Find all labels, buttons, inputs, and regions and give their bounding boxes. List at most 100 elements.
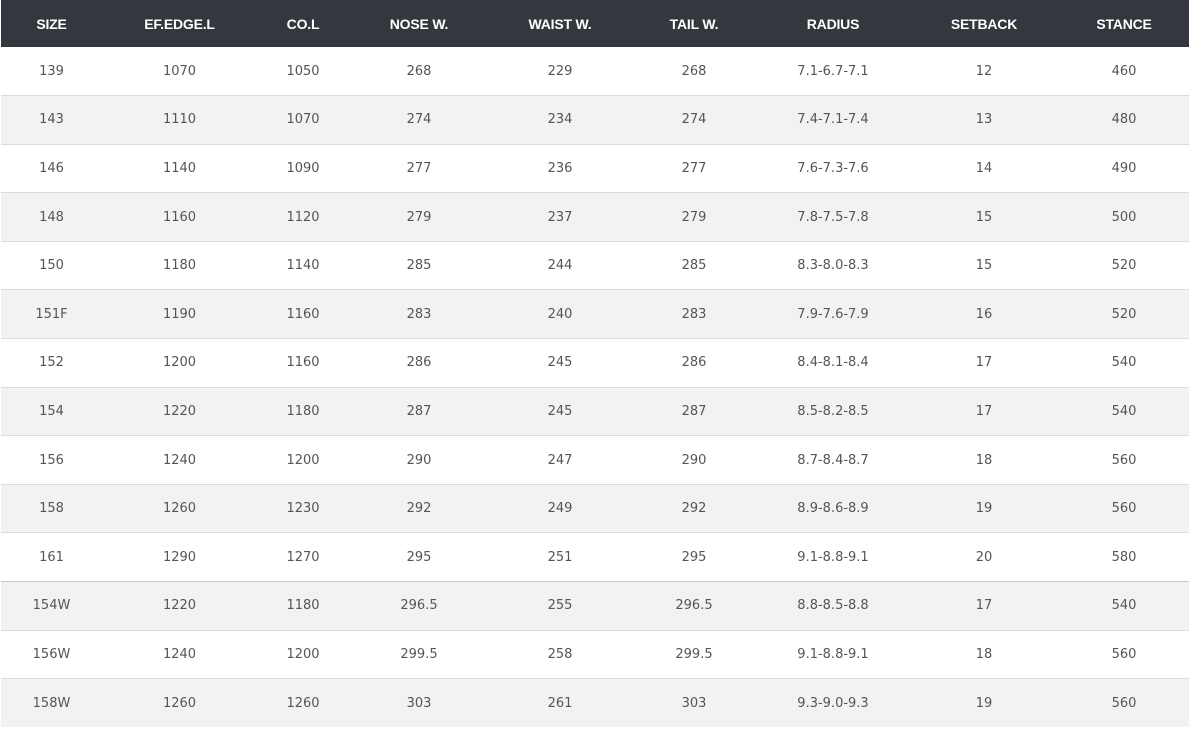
cell-setback: 17 [909,338,1059,388]
cell-waist-w: 251 [489,532,631,582]
table-row: 150 1180 1140 285 244 285 8.3-8.0-8.3 15 520 [1,240,1189,290]
cell-size: 154W [1,581,102,631]
cell-ef-edge-l: 1220 [102,386,257,436]
cell-ef-edge-l: 1070 [162,63,197,79]
cell-waist-w: 234 [489,95,631,145]
cell-co-l: 1160 [257,338,349,388]
table-row: 156 1240 1200 290 247 290 8.7-8.4-8.7 18 560 [1,435,1189,485]
cell-co-l: 1140 [257,240,349,290]
cell-ef-edge-l: 1240 [102,629,257,679]
cell-setback: 18 [909,435,1059,485]
cell-stance: 520 [1059,289,1189,339]
cell-waist-w: 229 [547,63,573,79]
cell-tail-w: 283 [631,289,757,339]
column-header-nose-w: NOSE W. [389,15,449,32]
spec-table: SIZE EF.EDGE.L CO.L NOSE W. WAIST W. TAIL W. R… [1,0,1189,728]
table-row: 161 1290 1270 295 251 295 9.1-8.8-9.1 20 580 [1,532,1189,582]
cell-setback: 15 [909,240,1059,290]
table-header: SIZE EF.EDGE.L CO.L NOSE W. WAIST W. TAIL W. R… [1,0,1189,47]
cell-co-l: 1070 [257,95,349,145]
cell-setback: 16 [909,289,1059,339]
table-row: 158 1260 1230 292 249 292 8.9-8.6-8.9 19 560 [1,483,1189,533]
cell-waist-w: 245 [489,386,631,436]
cell-ef-edge-l: 1290 [102,532,257,582]
cell-size: 150 [1,240,102,290]
cell-tail-w: 274 [631,95,757,145]
table-body: 139 1070 1050 268 229 268 7.1-6.7-7.1 12 460 143 1… [1,47,1189,728]
cell-stance: 560 [1059,435,1189,485]
cell-ef-edge-l: 1260 [102,483,257,533]
cell-waist-w: 255 [489,581,631,631]
cell-stance: 500 [1059,192,1189,242]
cell-waist-w: 244 [489,240,631,290]
cell-tail-w: 290 [631,435,757,485]
table-row: 152 1200 1160 286 245 286 8.4-8.1-8.4 17 540 [1,338,1189,388]
cell-size: 148 [1,192,102,242]
cell-size: 139 [39,63,64,79]
cell-stance: 490 [1059,143,1189,193]
cell-waist-w: 249 [489,483,631,533]
cell-radius: 9.3-9.0-9.3 [757,678,909,728]
cell-radius: 8.8-8.5-8.8 [757,581,909,631]
cell-setback: 15 [909,192,1059,242]
cell-radius: 8.4-8.1-8.4 [757,338,909,388]
cell-setback: 12 [975,63,993,79]
cell-setback: 19 [909,678,1059,728]
cell-stance: 540 [1059,581,1189,631]
cell-radius: 8.7-8.4-8.7 [757,435,909,485]
table-row: 156W 1240 1200 299.5 258 299.5 9.1-8.8-9.1 18 56… [1,629,1189,679]
cell-size: 146 [1,143,102,193]
cell-co-l: 1090 [257,143,349,193]
column-header-size: SIZE [36,15,67,32]
cell-tail-w: 268 [681,63,707,79]
cell-nose-w: 279 [349,192,489,242]
cell-nose-w: 295 [349,532,489,582]
cell-size: 158 [1,483,102,533]
cell-size: 143 [1,95,102,145]
cell-stance: 480 [1059,95,1189,145]
cell-nose-w: 274 [349,95,489,145]
cell-ef-edge-l: 1160 [102,192,257,242]
cell-nose-w: 299.5 [349,629,489,679]
cell-nose-w: 290 [349,435,489,485]
column-header-waist-w: WAIST W. [528,15,592,32]
cell-radius: 7.9-7.6-7.9 [757,289,909,339]
cell-nose-w: 285 [349,240,489,290]
cell-nose-w: 286 [349,338,489,388]
cell-nose-w: 292 [349,483,489,533]
cell-waist-w: 261 [489,678,631,728]
column-header-co-l: CO.L [286,15,320,32]
cell-size: 151F [1,289,102,339]
cell-stance: 560 [1059,678,1189,728]
column-header-setback: SETBACK [950,15,1018,32]
cell-setback: 19 [909,483,1059,533]
column-header-radius: RADIUS [806,15,860,32]
cell-setback: 13 [909,95,1059,145]
cell-nose-w: 283 [349,289,489,339]
cell-size: 161 [1,532,102,582]
cell-stance: 460 [1111,63,1137,79]
cell-radius: 7.6-7.3-7.6 [757,143,909,193]
cell-tail-w: 287 [631,386,757,436]
cell-co-l: 1160 [257,289,349,339]
cell-size: 152 [1,338,102,388]
cell-setback: 17 [909,386,1059,436]
cell-size: 156 [1,435,102,485]
cell-tail-w: 279 [631,192,757,242]
cell-nose-w: 296.5 [349,581,489,631]
cell-tail-w: 292 [631,483,757,533]
cell-ef-edge-l: 1200 [102,338,257,388]
cell-stance: 520 [1059,240,1189,290]
cell-co-l: 1180 [257,386,349,436]
cell-stance: 560 [1059,483,1189,533]
cell-ef-edge-l: 1190 [102,289,257,339]
cell-setback: 14 [909,143,1059,193]
cell-co-l: 1200 [257,435,349,485]
table-row: 154W 1220 1180 296.5 255 296.5 8.8-8.5-8.8 17 54… [1,581,1189,631]
cell-tail-w: 286 [631,338,757,388]
cell-radius: 8.3-8.0-8.3 [757,240,909,290]
cell-stance: 580 [1059,532,1189,582]
cell-ef-edge-l: 1240 [102,435,257,485]
cell-waist-w: 237 [489,192,631,242]
cell-waist-w: 247 [489,435,631,485]
